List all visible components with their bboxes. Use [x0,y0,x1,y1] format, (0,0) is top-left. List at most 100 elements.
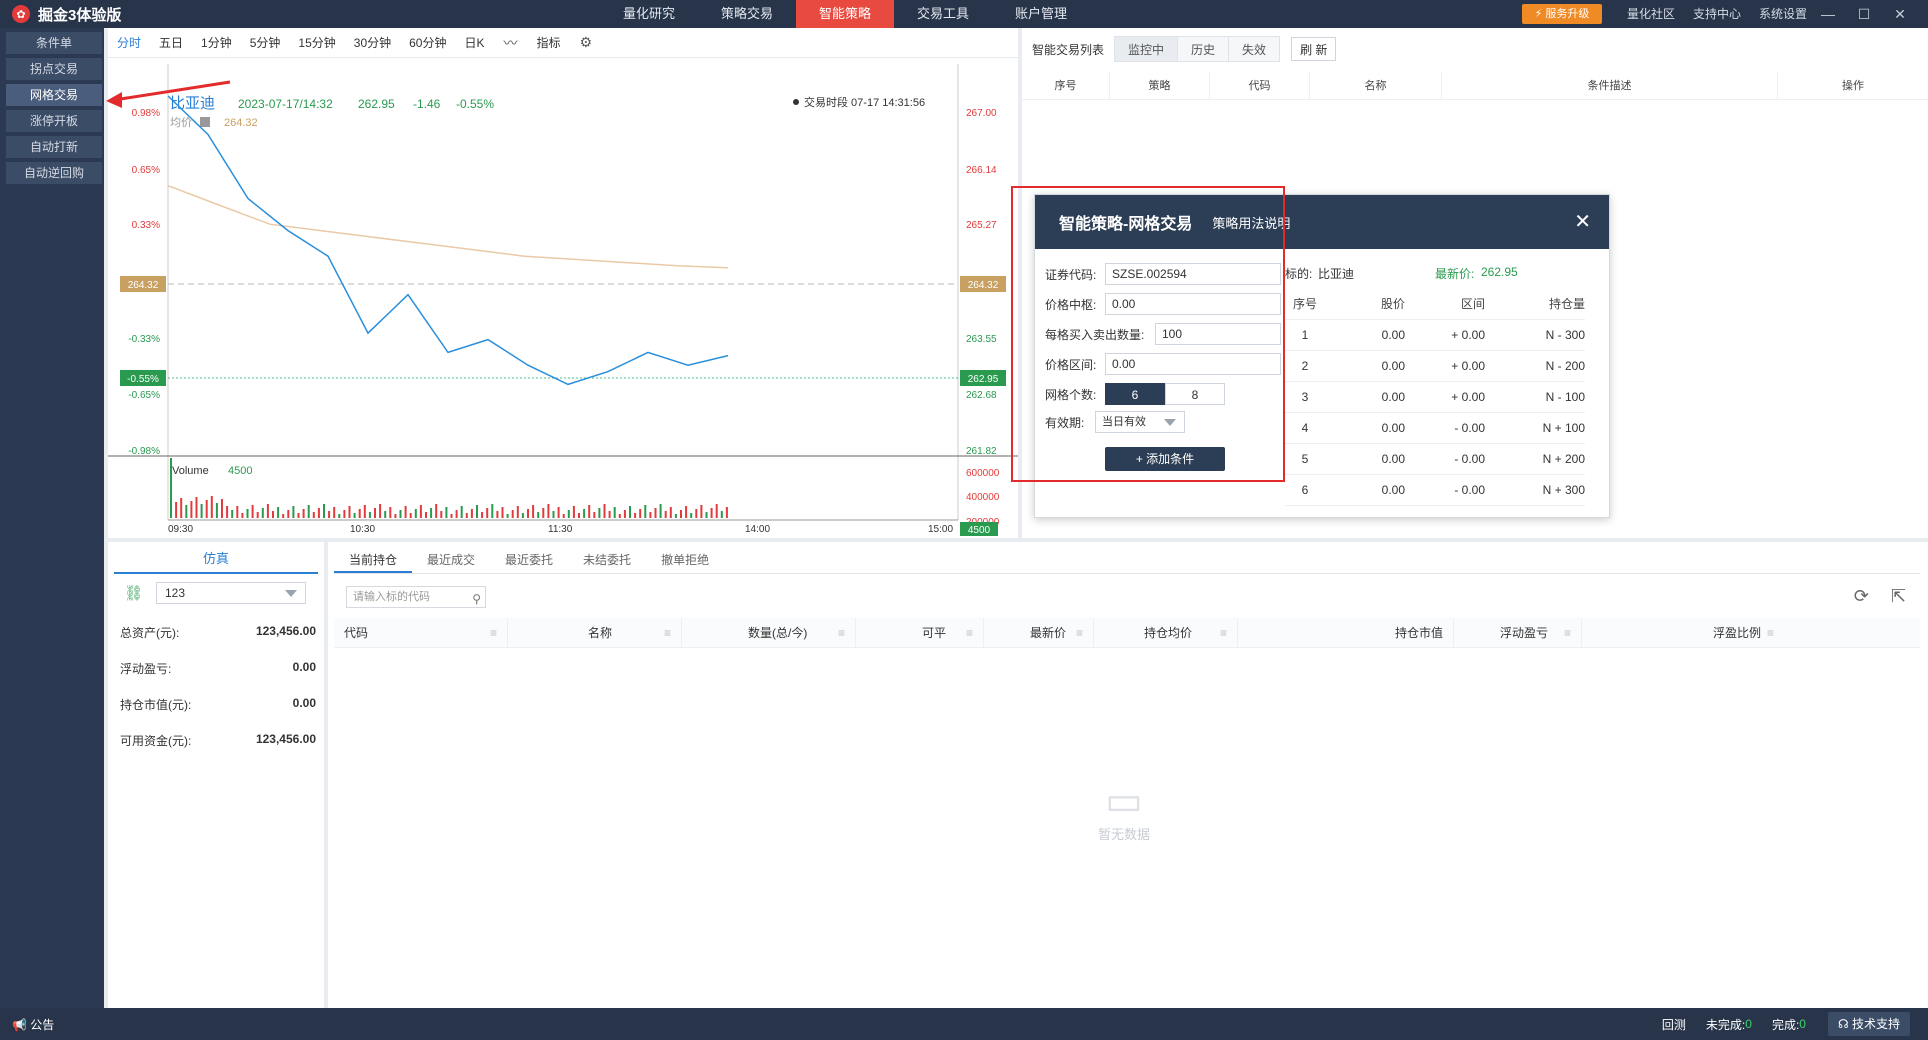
col-quantity[interactable]: 数量(总/今) ≡ [682,618,856,647]
upgrade-button[interactable]: ⚡ 服务升级 [1522,4,1602,24]
time-tick: 09:30 [168,524,194,535]
backtest-link[interactable]: 回测 [1662,1016,1686,1033]
nav-quant-research[interactable]: 量化研究 [600,0,698,28]
tab-current-positions[interactable]: 当前持仓 [334,546,413,573]
sidebar-item-auto-repo[interactable]: 自动逆回购 [6,162,102,184]
link-icon[interactable]: ⛓ [124,584,143,602]
minimize-icon[interactable]: — [1810,0,1846,28]
col-strategy[interactable]: 策略 [1110,72,1210,99]
volume-bar [705,512,708,518]
tab-invalid[interactable]: 失效 [1228,36,1281,62]
sidebar-item-auto-ipo[interactable]: 自动打新 [6,136,102,158]
volume-bar [440,511,443,518]
finished-count: 0 [1799,1017,1806,1031]
session-dot [793,99,799,105]
sidebar-item-grid-trading[interactable]: 网格交易 [6,84,102,106]
volume-bar [277,507,280,518]
col-floating-pnl[interactable]: 浮动盈亏 ≡ [1454,618,1582,647]
nav-community[interactable]: 量化社区 [1618,0,1684,28]
col-avg-cost[interactable]: 持仓均价 ≡ [1094,618,1238,647]
total-assets-value: 123,456.00 [255,624,316,638]
nav-support-center[interactable]: 支持中心 [1684,0,1750,28]
tab-five-day[interactable]: 五日 [150,34,192,51]
avg-price-line [167,184,729,269]
tech-support-button[interactable]: ☊ 技术支持 [1827,1012,1910,1036]
nav-strategy-trading[interactable]: 策略交易 [698,0,796,28]
export-icon[interactable]: ⇱ [1891,586,1906,607]
sidebar-item-limit-up-open[interactable]: 涨停开板 [6,110,102,132]
refresh-icon[interactable]: ⟳ [1854,586,1869,607]
col-pnl-ratio[interactable]: 浮盈比例 ≡ [1582,618,1784,647]
tab-30min[interactable]: 30分钟 [345,34,400,51]
notice-button[interactable]: 📢 公告 [12,1016,54,1033]
search-icon[interactable]: ⚲ [472,589,481,609]
tab-60min[interactable]: 60分钟 [400,34,455,51]
symbol-search-input[interactable]: 请输入标的代码 ⚲ [346,586,486,608]
grid-index: 2 [1285,350,1325,382]
nav-system-settings[interactable]: 系统设置 [1750,0,1816,28]
upgrade-label: 服务升级 [1545,8,1590,20]
grid-index: 3 [1285,381,1325,413]
avg-toggle-icon[interactable] [200,117,210,127]
volume-bar [430,508,433,518]
tab-5min[interactable]: 5分钟 [241,34,290,51]
grid-levels-table: 序号 股价 区间 持仓量 1 0.00 + 0.00 N - 300 2 0.00 + 0… [1285,289,1585,506]
tab-history[interactable]: 历史 [1177,36,1230,62]
col-code[interactable]: 代码 ≡ [334,618,508,647]
col-market-value[interactable]: 持仓市值 [1238,618,1454,647]
tab-recent-orders[interactable]: 最近委托 [490,546,568,573]
sidebar-item-turning-point[interactable]: 拐点交易 [6,58,102,80]
volume-bar [537,512,540,518]
volume-bar [664,511,667,518]
tab-1min[interactable]: 1分钟 [192,34,241,51]
volume-bar [710,508,713,518]
app-title: 掘金3体验版 [38,6,122,24]
nav-account-management[interactable]: 账户管理 [992,0,1090,28]
col-code[interactable]: 代码 [1210,72,1310,99]
tab-simulation[interactable]: 仿真 [114,546,318,574]
table-row: 6 0.00- 0.00 N + 300 [1285,474,1585,506]
sidebar-item-conditional-order[interactable]: 条件单 [6,32,102,54]
col-name[interactable]: 名称 ≡ [508,618,682,647]
col-last-price[interactable]: 最新价 ≡ [984,618,1094,647]
col-name[interactable]: 名称 [1310,72,1442,99]
tab-monitoring[interactable]: 监控中 [1114,36,1179,62]
col-quantity-label: 数量(总/今) [748,626,808,640]
grid-price: 0.00 [1325,443,1405,475]
megaphone-icon: 📢 [12,1018,27,1032]
tab-daily-k[interactable]: 日K [455,34,493,51]
volume-bar [674,514,677,518]
grid-position: N + 200 [1485,443,1585,475]
col-action[interactable]: 操作 [1778,72,1928,99]
tab-open-orders[interactable]: 未结委托 [568,546,646,573]
volume-bar [343,510,346,518]
volume-bar [358,509,361,518]
col-condition[interactable]: 条件描述 [1442,72,1778,99]
nav-smart-strategy[interactable]: 智能策略 [796,0,894,28]
trade-session: 交易时段 07-17 14:31:56 [804,95,925,109]
dialog-close-icon[interactable]: ✕ [1574,209,1591,234]
tab-15min[interactable]: 15分钟 [289,34,344,51]
positions-columns: 代码 ≡ 名称 ≡ 数量(总/今) ≡ 可平 ≡ 最新价 ≡ 持仓均价 ≡ 持仓市值 浮动盈… [334,618,1920,648]
gear-icon[interactable]: ⚙ [570,34,603,51]
table-row: 5 0.00- 0.00 N + 200 [1285,443,1585,475]
current-pct-label: -0.55% [127,374,159,385]
account-select[interactable]: 123 [156,582,306,604]
maximize-icon[interactable]: ☐ [1846,0,1882,28]
tab-cancel-rejected[interactable]: 撤单拒绝 [646,546,724,573]
intraday-chart[interactable]: 0.98% 0.65% 0.33% -0.33% -0.65% -0.98% 2… [108,58,1018,538]
nav-trade-tools[interactable]: 交易工具 [894,0,992,28]
close-icon[interactable]: ✕ [1882,0,1918,28]
grid-range: + 0.00 [1405,319,1485,351]
main-nav: 量化研究 策略交易 智能策略 交易工具 账户管理 [600,0,1090,28]
col-closable[interactable]: 可平 ≡ [856,618,984,647]
pct-tick: 0.33% [132,220,160,231]
tab-intraday[interactable]: 分时 [108,34,150,51]
volume-bar [374,508,376,518]
indicator-button[interactable]: 指标 [528,34,570,51]
floating-pnl-label: 浮动盈亏: [120,662,172,676]
tab-recent-fills[interactable]: 最近成交 [412,546,490,573]
refresh-button[interactable]: 刷 新 [1291,37,1337,61]
line-draw-icon[interactable]: 〰 [494,33,528,53]
col-index[interactable]: 序号 [1022,72,1110,99]
